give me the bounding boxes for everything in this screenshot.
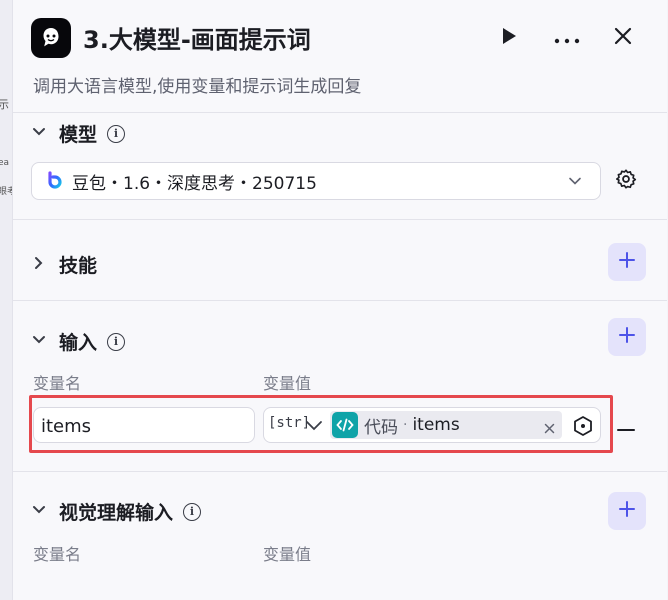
doubao-logo-icon <box>44 171 64 191</box>
column-header-name: 变量名 <box>33 374 82 393</box>
selection-highlight <box>29 395 613 453</box>
visual-input-section <box>13 471 667 600</box>
node-description: 调用大语言模型,使用变量和提示词生成回复 <box>33 77 362 97</box>
column-header-name: 变量名 <box>33 545 82 564</box>
column-header-value: 变量值 <box>263 374 312 393</box>
llm-node-icon <box>31 18 71 58</box>
close-icon <box>613 26 633 50</box>
more-dots-icon <box>554 29 580 48</box>
section-title: 模型 <box>59 124 98 146</box>
remove-input-button[interactable] <box>613 414 639 438</box>
close-button[interactable] <box>605 20 641 56</box>
info-icon[interactable]: i <box>107 332 126 351</box>
input-section-header[interactable]: 输入 i <box>31 328 126 355</box>
section-title: 技能 <box>59 255 98 277</box>
info-icon[interactable]: i <box>107 124 126 143</box>
node-title[interactable]: 3.大模型-画面提示词 <box>83 20 311 55</box>
background-text: 示 <box>0 98 9 111</box>
visual-input-section-header[interactable]: 视觉理解输入 i <box>31 498 202 525</box>
node-config-panel: 3.大模型-画面提示词 调用大语言模型,使用变量和提示词生成回复 模型 i 豆包… <box>12 0 667 600</box>
plus-icon <box>618 326 636 348</box>
add-visual-input-button[interactable] <box>608 492 646 530</box>
model-section-header[interactable]: 模型 i <box>31 120 126 147</box>
chevron-down-icon <box>568 173 582 192</box>
plus-icon <box>618 500 636 522</box>
more-button[interactable] <box>549 20 585 56</box>
chevron-down-icon <box>31 502 47 522</box>
background-canvas-strip: 示 ea 眼考 <box>0 0 12 600</box>
background-text: 眼考 <box>0 187 12 197</box>
section-title: 视觉理解输入 <box>59 502 174 524</box>
info-icon[interactable]: i <box>183 502 202 521</box>
minus-icon <box>617 417 635 436</box>
add-skill-button[interactable] <box>608 243 646 281</box>
gear-icon <box>615 168 637 194</box>
selected-model: 豆包・1.6・深度思考・250715 <box>72 173 317 194</box>
chevron-right-icon <box>31 255 47 275</box>
run-button[interactable] <box>491 20 527 56</box>
model-select[interactable]: 豆包・1.6・深度思考・250715 <box>31 162 601 200</box>
panel-header: 3.大模型-画面提示词 调用大语言模型,使用变量和提示词生成回复 <box>13 0 667 113</box>
chevron-down-icon <box>31 124 47 144</box>
play-icon <box>500 26 518 50</box>
chevron-down-icon <box>31 332 47 352</box>
model-settings-button[interactable] <box>611 166 641 196</box>
skills-section <box>13 219 667 301</box>
background-text: ea <box>0 158 10 168</box>
section-title: 输入 <box>59 332 98 354</box>
plus-icon <box>618 251 636 273</box>
add-input-button[interactable] <box>608 318 646 356</box>
skills-section-header[interactable]: 技能 <box>31 251 97 278</box>
column-header-value: 变量值 <box>263 545 312 564</box>
